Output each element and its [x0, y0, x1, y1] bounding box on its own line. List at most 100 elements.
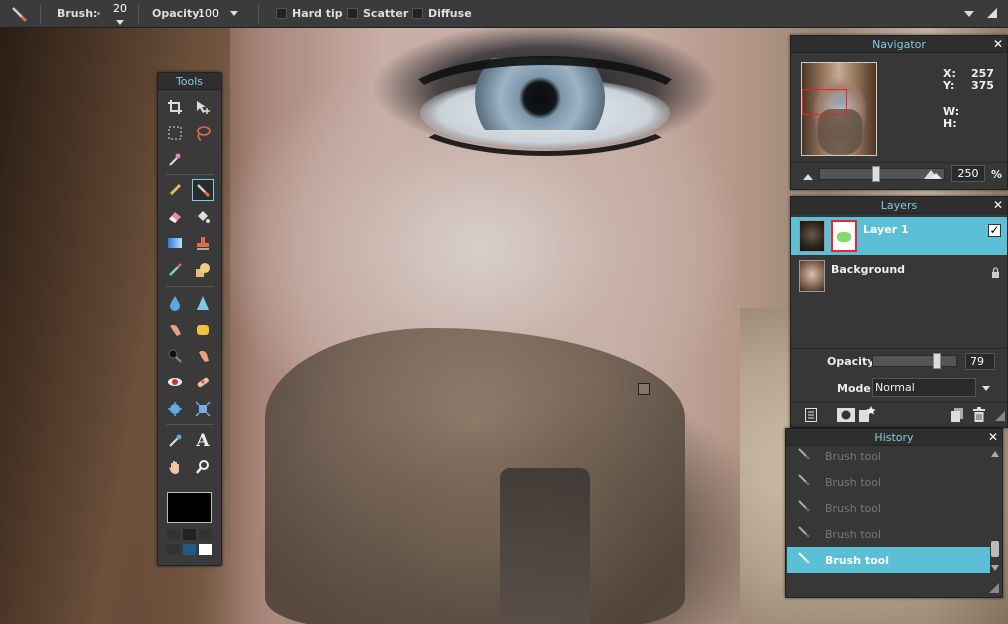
add-layer-mask-icon[interactable] [837, 408, 855, 425]
drawing-shapes-tool-icon[interactable] [192, 259, 214, 281]
resize-grip-icon[interactable] [989, 583, 999, 596]
layer-visibility-checkbox[interactable]: ✓ [988, 224, 1001, 237]
brush-tool-icon[interactable] [10, 5, 28, 23]
zoom-tool-icon[interactable] [192, 456, 214, 478]
diffuse-label: Diffuse [428, 7, 472, 20]
history-item[interactable]: Brush tool [787, 443, 990, 469]
hard-tip-checkbox[interactable] [276, 8, 287, 19]
layer-1-mask-thumbnail[interactable] [831, 220, 857, 252]
navigator-thumbnail[interactable] [801, 62, 877, 156]
swatch-cell[interactable] [199, 529, 212, 540]
layers-divider [791, 348, 1007, 349]
spot-heal-tool-icon[interactable] [192, 371, 214, 393]
diffuse-checkbox[interactable] [412, 8, 423, 19]
history-scrollbar[interactable] [990, 451, 1000, 571]
sharpen-tool-icon[interactable] [192, 292, 214, 314]
navigator-viewport-box[interactable] [802, 89, 847, 115]
swatch-cell[interactable] [183, 529, 196, 540]
zoom-divider [791, 162, 1007, 163]
dodge-tool-icon[interactable] [164, 345, 186, 367]
primary-color-swatch[interactable] [167, 492, 212, 523]
history-item[interactable]: Brush tool [787, 521, 990, 547]
zoom-input[interactable]: 250 [951, 165, 985, 182]
layer-row-layer-1[interactable]: Layer 1 ✓ [791, 217, 1007, 255]
red-eye-tool-icon[interactable] [164, 371, 186, 393]
history-item[interactable]: Brush tool [787, 495, 990, 521]
history-item[interactable]: Brush tool [787, 469, 990, 495]
zoom-in-icon[interactable] [923, 168, 943, 183]
opacity-value[interactable]: 100 [198, 7, 219, 20]
layer-opacity-slider-handle[interactable] [932, 353, 941, 369]
pinch-tool-icon[interactable] [192, 398, 214, 420]
history-item-current[interactable]: Brush tool [787, 547, 990, 573]
navigator-title-bar[interactable]: Navigator ✕ [791, 36, 1007, 53]
layer-opacity-value: 79 [970, 355, 984, 368]
swatch-cell[interactable] [167, 544, 180, 555]
zoom-slider-handle[interactable] [872, 166, 881, 182]
workspace-menu-chevron-icon[interactable] [964, 11, 974, 17]
history-item-label: Brush tool [825, 527, 882, 541]
brush-tool-button[interactable] [192, 179, 214, 201]
lock-icon [991, 267, 1000, 281]
chevron-down-icon[interactable] [982, 386, 990, 391]
swatch-cell[interactable] [167, 529, 180, 540]
blend-mode-label: Mode: [837, 382, 876, 395]
smudge-tool-icon[interactable] [164, 319, 186, 341]
opacity-dropdown-chevron-icon[interactable] [230, 11, 238, 16]
blend-mode-select[interactable]: Normal [872, 378, 976, 397]
brush-icon [797, 499, 819, 517]
trash-icon[interactable] [973, 407, 985, 425]
history-item-label: Brush tool [825, 553, 889, 567]
history-item-label: Brush tool [825, 475, 882, 489]
zoom-out-icon[interactable] [802, 171, 814, 184]
resize-grip-icon[interactable] [995, 411, 1005, 424]
hard-tip-label: Hard tip [292, 7, 343, 20]
painted-mask-shadow [500, 468, 590, 624]
layer-opacity-slider-track[interactable] [872, 355, 957, 367]
layer-opacity-input[interactable]: 79 [965, 353, 995, 370]
secondary-color-swatch[interactable] [199, 544, 212, 555]
navigator-panel: Navigator ✕ X: 257 Y: 375 W: H: 250 % [790, 35, 1008, 190]
burn-tool-icon[interactable] [192, 345, 214, 367]
marquee-tool-icon[interactable] [164, 122, 186, 144]
lasso-tool-icon[interactable] [192, 122, 214, 144]
bloat-tool-icon[interactable] [164, 398, 186, 420]
tools-panel-title[interactable]: Tools [158, 73, 221, 90]
zoom-value: 250 [957, 167, 979, 180]
layer-1-thumbnail [799, 220, 825, 252]
history-item-label: Brush tool [825, 501, 882, 515]
layer-settings-icon[interactable] [805, 408, 817, 425]
magic-wand-tool-icon[interactable] [164, 148, 186, 170]
pencil-tool-icon[interactable] [164, 179, 186, 201]
scatter-label: Scatter [363, 7, 409, 20]
layer-styles-icon[interactable] [859, 406, 877, 425]
mask-blob-icon [837, 232, 851, 242]
layers-title-bar[interactable]: Layers ✕ [791, 197, 1007, 214]
new-layer-icon[interactable] [951, 408, 963, 425]
fullscreen-icon[interactable] [985, 6, 999, 23]
scatter-checkbox[interactable] [347, 8, 358, 19]
sponge-tool-icon[interactable] [192, 319, 214, 341]
brush-size-dropdown[interactable]: 20 [112, 3, 128, 25]
color-picker-tool-icon[interactable] [164, 430, 186, 452]
layer-row-background[interactable]: Background [791, 257, 1007, 295]
y-label: Y: [943, 79, 955, 92]
options-bar: Brush: 20 Opacity: 100 Hard tip Scatter … [0, 0, 1008, 28]
thumbnail-mask-shape [818, 109, 862, 155]
blur-tool-icon[interactable] [164, 292, 186, 314]
hand-tool-icon[interactable] [164, 456, 186, 478]
move-tool-icon[interactable] [192, 96, 214, 118]
swatch-cell[interactable] [183, 544, 196, 555]
layer-name: Layer 1 [863, 223, 909, 236]
crop-tool-icon[interactable] [164, 96, 186, 118]
close-icon[interactable]: ✕ [993, 197, 1003, 214]
gradient-tool-icon[interactable] [164, 232, 186, 254]
history-panel: History ✕ Brush tool Brush tool Brush to… [785, 428, 1003, 598]
type-tool-icon[interactable]: A [192, 430, 214, 452]
eraser-tool-icon[interactable] [164, 206, 186, 228]
paint-bucket-tool-icon[interactable] [192, 206, 214, 228]
color-replace-tool-icon[interactable] [164, 259, 186, 281]
h-label: H: [943, 117, 957, 130]
clone-stamp-tool-icon[interactable] [192, 232, 214, 254]
close-icon[interactable]: ✕ [993, 36, 1003, 53]
